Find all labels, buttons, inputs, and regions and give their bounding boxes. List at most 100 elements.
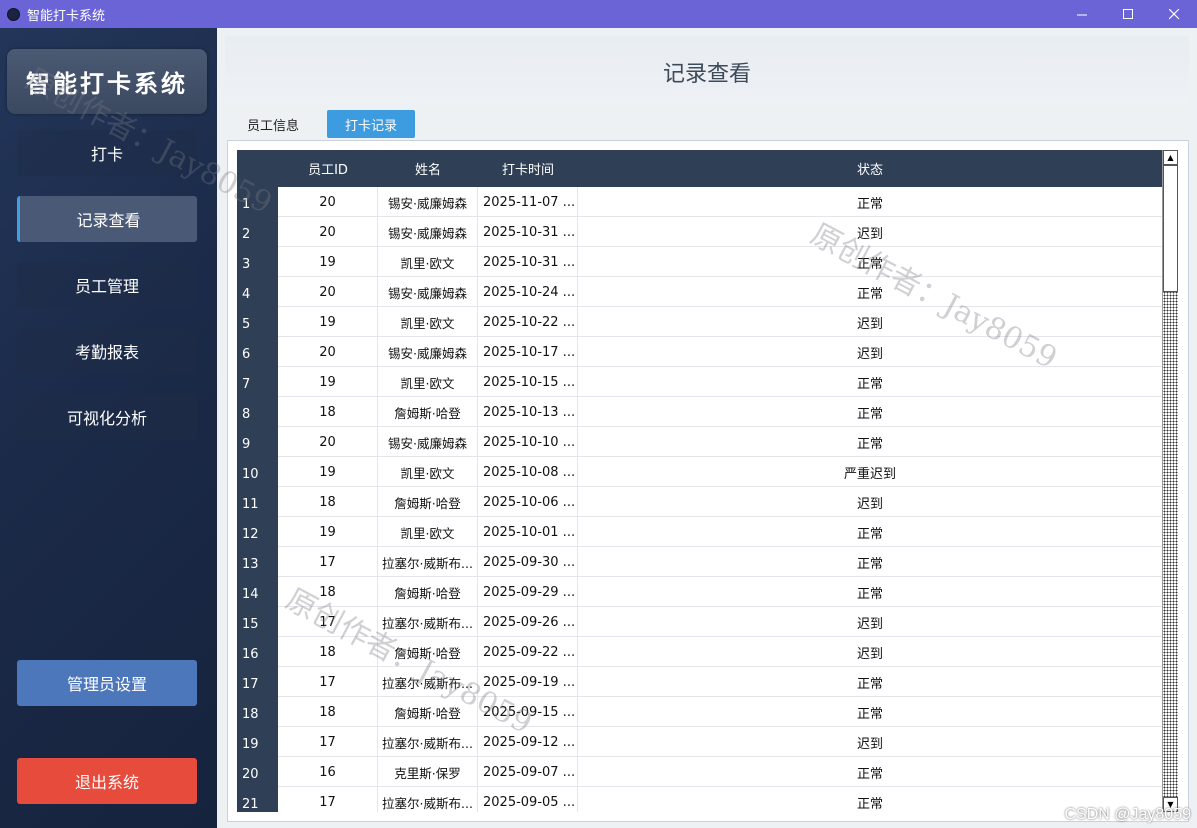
cell-status[interactable]: 迟到 [578, 607, 1162, 637]
cell-employee-id[interactable]: 20 [278, 217, 378, 247]
row-number[interactable]: 13 [237, 547, 278, 577]
cell-checkin-time[interactable]: 2025-10-17 ... [478, 337, 578, 367]
table-row[interactable]: 16 18 詹姆斯·哈登 2025-09-22 ... 迟到 [237, 637, 1162, 667]
cell-name[interactable]: 锡安·威廉姆森 [378, 217, 478, 247]
cell-checkin-time[interactable]: 2025-10-31 ... [478, 247, 578, 277]
row-number[interactable]: 4 [237, 277, 278, 307]
cell-employee-id[interactable]: 17 [278, 607, 378, 637]
cell-status[interactable]: 迟到 [578, 727, 1162, 757]
cell-employee-id[interactable]: 17 [278, 787, 378, 812]
column-header-status[interactable]: 状态 [578, 150, 1162, 187]
scroll-up-button[interactable]: ▲ [1163, 150, 1178, 165]
cell-employee-id[interactable]: 19 [278, 367, 378, 397]
cell-checkin-time[interactable]: 2025-09-07 ... [478, 757, 578, 787]
cell-name[interactable]: 拉塞尔·威斯布... [378, 727, 478, 757]
cell-employee-id[interactable]: 20 [278, 187, 378, 217]
maximize-button[interactable] [1105, 0, 1151, 28]
cell-status[interactable]: 迟到 [578, 307, 1162, 337]
cell-employee-id[interactable]: 20 [278, 337, 378, 367]
exit-button[interactable]: 退出系统 [17, 758, 197, 804]
cell-name[interactable]: 克里斯·保罗 [378, 757, 478, 787]
table-row[interactable]: 19 17 拉塞尔·威斯布... 2025-09-12 ... 迟到 [237, 727, 1162, 757]
cell-employee-id[interactable]: 19 [278, 307, 378, 337]
cell-status[interactable]: 正常 [578, 667, 1162, 697]
row-number[interactable]: 3 [237, 247, 278, 277]
cell-status[interactable]: 正常 [578, 247, 1162, 277]
cell-checkin-time[interactable]: 2025-10-31 ... [478, 217, 578, 247]
cell-status[interactable]: 正常 [578, 697, 1162, 727]
close-button[interactable] [1151, 0, 1197, 28]
cell-status[interactable]: 正常 [578, 517, 1162, 547]
cell-checkin-time[interactable]: 2025-09-29 ... [478, 577, 578, 607]
cell-checkin-time[interactable]: 2025-09-12 ... [478, 727, 578, 757]
row-number[interactable]: 6 [237, 337, 278, 367]
cell-checkin-time[interactable]: 2025-10-15 ... [478, 367, 578, 397]
row-number[interactable]: 15 [237, 607, 278, 637]
cell-employee-id[interactable]: 17 [278, 667, 378, 697]
sidebar-item-reports[interactable]: 考勤报表 [17, 328, 197, 374]
cell-checkin-time[interactable]: 2025-10-06 ... [478, 487, 578, 517]
cell-checkin-time[interactable]: 2025-09-05 ... [478, 787, 578, 812]
cell-employee-id[interactable]: 16 [278, 757, 378, 787]
tab-checkin-records[interactable]: 打卡记录 [327, 110, 416, 138]
cell-employee-id[interactable]: 17 [278, 547, 378, 577]
row-number[interactable]: 1 [237, 187, 278, 217]
row-number[interactable]: 11 [237, 487, 278, 517]
cell-status[interactable]: 正常 [578, 547, 1162, 577]
row-number[interactable]: 14 [237, 577, 278, 607]
table-row[interactable]: 10 19 凯里·欧文 2025-10-08 ... 严重迟到 [237, 457, 1162, 487]
cell-checkin-time[interactable]: 2025-09-26 ... [478, 607, 578, 637]
cell-checkin-time[interactable]: 2025-10-13 ... [478, 397, 578, 427]
cell-checkin-time[interactable]: 2025-09-15 ... [478, 697, 578, 727]
cell-status[interactable]: 迟到 [578, 487, 1162, 517]
table-row[interactable]: 17 17 拉塞尔·威斯布... 2025-09-19 ... 正常 [237, 667, 1162, 697]
cell-status[interactable]: 正常 [578, 577, 1162, 607]
cell-employee-id[interactable]: 19 [278, 517, 378, 547]
cell-employee-id[interactable]: 18 [278, 697, 378, 727]
cell-name[interactable]: 凯里·欧文 [378, 517, 478, 547]
sidebar-item-employees[interactable]: 员工管理 [17, 262, 197, 308]
row-number[interactable]: 19 [237, 727, 278, 757]
table-row[interactable]: 14 18 詹姆斯·哈登 2025-09-29 ... 正常 [237, 577, 1162, 607]
table-row[interactable]: 4 20 锡安·威廉姆森 2025-10-24 ... 正常 [237, 277, 1162, 307]
cell-employee-id[interactable]: 18 [278, 637, 378, 667]
cell-checkin-time[interactable]: 2025-09-30 ... [478, 547, 578, 577]
cell-name[interactable]: 凯里·欧文 [378, 367, 478, 397]
table-row[interactable]: 20 16 克里斯·保罗 2025-09-07 ... 正常 [237, 757, 1162, 787]
cell-name[interactable]: 锡安·威廉姆森 [378, 427, 478, 457]
row-number[interactable]: 9 [237, 427, 278, 457]
cell-status[interactable]: 迟到 [578, 217, 1162, 247]
cell-name[interactable]: 詹姆斯·哈登 [378, 637, 478, 667]
cell-name[interactable]: 凯里·欧文 [378, 457, 478, 487]
column-header-id[interactable]: 员工ID [278, 150, 378, 187]
tab-employee-info[interactable]: 员工信息 [231, 110, 315, 138]
cell-employee-id[interactable]: 20 [278, 277, 378, 307]
cell-name[interactable]: 锡安·威廉姆森 [378, 337, 478, 367]
cell-employee-id[interactable]: 18 [278, 487, 378, 517]
cell-checkin-time[interactable]: 2025-10-10 ... [478, 427, 578, 457]
cell-employee-id[interactable]: 17 [278, 727, 378, 757]
cell-name[interactable]: 詹姆斯·哈登 [378, 697, 478, 727]
cell-checkin-time[interactable]: 2025-10-24 ... [478, 277, 578, 307]
column-header-time[interactable]: 打卡时间 [478, 150, 578, 187]
cell-checkin-time[interactable]: 2025-09-22 ... [478, 637, 578, 667]
cell-name[interactable]: 拉塞尔·威斯布... [378, 787, 478, 812]
cell-status[interactable]: 正常 [578, 427, 1162, 457]
cell-name[interactable]: 锡安·威廉姆森 [378, 187, 478, 217]
cell-checkin-time[interactable]: 2025-09-19 ... [478, 667, 578, 697]
minimize-button[interactable] [1059, 0, 1105, 28]
table-row[interactable]: 1 20 锡安·威廉姆森 2025-11-07 ... 正常 [237, 187, 1162, 217]
records-table[interactable]: 员工ID 姓名 打卡时间 状态 1 20 锡安·威廉姆森 2025-11-07 ...… [237, 150, 1162, 812]
cell-checkin-time[interactable]: 2025-10-01 ... [478, 517, 578, 547]
column-header-name[interactable]: 姓名 [378, 150, 478, 187]
table-row[interactable]: 2 20 锡安·威廉姆森 2025-10-31 ... 迟到 [237, 217, 1162, 247]
cell-employee-id[interactable]: 20 [278, 427, 378, 457]
row-number[interactable]: 7 [237, 367, 278, 397]
table-row[interactable]: 13 17 拉塞尔·威斯布... 2025-09-30 ... 正常 [237, 547, 1162, 577]
table-row[interactable]: 6 20 锡安·威廉姆森 2025-10-17 ... 迟到 [237, 337, 1162, 367]
cell-employee-id[interactable]: 18 [278, 397, 378, 427]
vertical-scrollbar[interactable]: ▲ ▼ [1162, 150, 1178, 812]
scrollbar-thumb[interactable] [1163, 165, 1178, 292]
row-number[interactable]: 18 [237, 697, 278, 727]
cell-status[interactable]: 严重迟到 [578, 457, 1162, 487]
